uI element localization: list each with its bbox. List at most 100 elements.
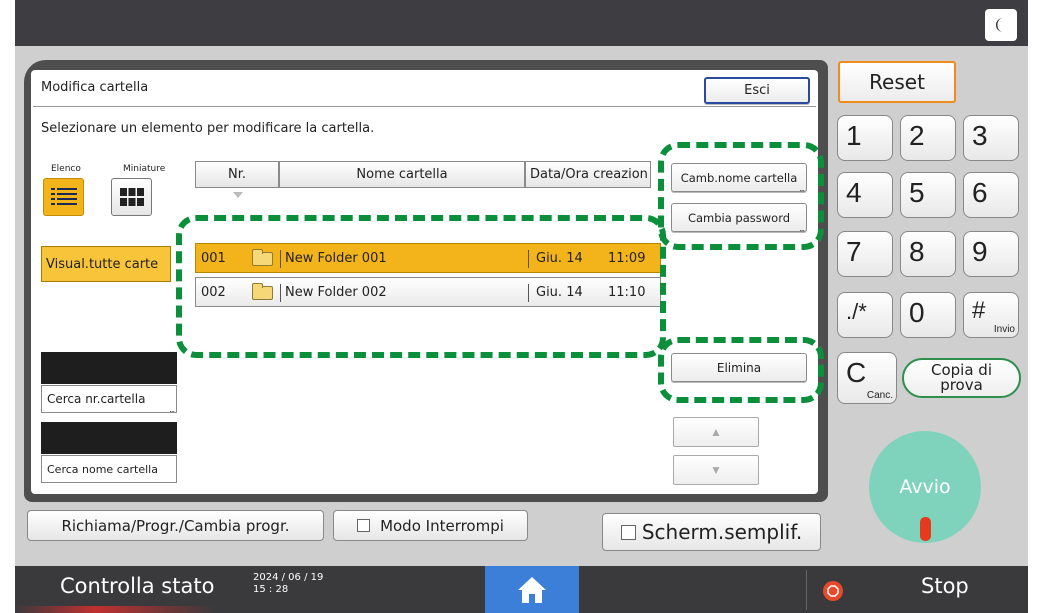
folder-number-display xyxy=(41,352,177,384)
start-indicator-light xyxy=(920,517,931,541)
time-label: 15 : 28 xyxy=(253,584,289,595)
key-label: 4 xyxy=(846,177,862,208)
row-date: Giu. 14 xyxy=(536,251,583,266)
column-header-name[interactable]: Nome cartella xyxy=(279,161,525,188)
exit-button[interactable]: Esci xyxy=(704,77,810,104)
start-button[interactable]: Avvio xyxy=(869,431,981,543)
row-folder-name: New Folder 002 xyxy=(285,285,387,300)
column-divider xyxy=(280,250,281,268)
key-label: 0 xyxy=(909,297,925,328)
key-label: 2 xyxy=(909,120,925,151)
interrupt-checkbox xyxy=(357,519,371,532)
show-all-folders-button[interactable]: Visual.tutte carte xyxy=(41,246,171,282)
recall-program-button[interactable]: Richiama/Progr./Cambia progr. xyxy=(27,510,324,541)
key-label: 5 xyxy=(909,177,925,208)
key-hash-enter[interactable]: # Invio xyxy=(963,292,1019,338)
search-number-label: Cerca nr.cartella xyxy=(47,392,146,406)
simple-screen-checkbox xyxy=(620,524,636,540)
edit-folder-dialog: Modifica cartella Esci Selezionare un el… xyxy=(31,70,818,494)
key-0[interactable]: 0 xyxy=(900,292,956,338)
arrow-down-icon: ▼ xyxy=(710,463,722,477)
list-icon xyxy=(50,188,77,205)
key-label: 6 xyxy=(972,177,988,208)
rename-folder-button[interactable]: Camb.nome cartella xyxy=(671,163,807,193)
list-view-label: Elenco xyxy=(51,164,81,174)
key-dot-star[interactable]: ./* xyxy=(837,292,893,338)
stop-divider xyxy=(806,570,807,610)
search-name-label: Cerca nome cartella xyxy=(47,462,158,476)
simple-screen-label: Scherm.semplif. xyxy=(641,520,803,544)
sample-copy-button[interactable]: Copia di prova xyxy=(902,358,1021,398)
title-divider xyxy=(33,106,816,107)
grid-icon xyxy=(119,188,144,206)
home-icon xyxy=(518,576,546,603)
folder-icon xyxy=(252,283,273,300)
column-header-date[interactable]: Data/Ora creazion xyxy=(525,161,651,188)
dialog-title: Modifica cartella xyxy=(41,80,149,95)
scroll-down-button[interactable]: ▼ xyxy=(673,455,759,485)
instruction-text: Selezionare un elemento per modificare l… xyxy=(41,121,375,136)
sort-arrow-icon xyxy=(233,192,243,198)
folder-name-display xyxy=(41,422,177,454)
energy-saver-button[interactable] xyxy=(985,9,1017,41)
key-label: ./* xyxy=(846,299,867,324)
start-label: Avvio xyxy=(899,476,951,498)
key-4[interactable]: 4 xyxy=(837,172,893,218)
check-status-button[interactable]: Controlla stato xyxy=(60,574,214,598)
sample-copy-label: Copia di prova xyxy=(931,361,992,394)
row-date: Giu. 14 xyxy=(536,285,583,300)
key-label: # xyxy=(972,297,986,324)
moon-icon xyxy=(996,18,1003,32)
scroll-up-button[interactable]: ▲ xyxy=(673,417,759,447)
key-8[interactable]: 8 xyxy=(900,231,956,277)
key-label: 3 xyxy=(972,120,988,151)
enter-sublabel: Invio xyxy=(993,324,1015,335)
delete-button[interactable]: Elimina xyxy=(671,353,807,382)
row-number: 001 xyxy=(201,251,226,266)
key-5[interactable]: 5 xyxy=(900,172,956,218)
clear-key[interactable]: C Canc. xyxy=(837,352,897,404)
search-folder-number-button[interactable]: Cerca nr.cartella xyxy=(41,385,177,414)
clear-sublabel: Canc. xyxy=(866,390,893,401)
copier-panel: Modifica cartella Esci Selezionare un el… xyxy=(0,0,1044,613)
thumbnail-view-button[interactable] xyxy=(111,178,152,216)
key-label: C xyxy=(846,357,867,388)
stop-icon xyxy=(823,581,843,601)
rename-label: Camb.nome cartella xyxy=(680,170,798,185)
list-view-button[interactable] xyxy=(43,178,84,216)
stop-button[interactable]: Stop xyxy=(921,574,969,598)
key-7[interactable]: 7 xyxy=(837,231,893,277)
search-folder-name-button[interactable]: Cerca nome cartella xyxy=(41,455,177,483)
key-3[interactable]: 3 xyxy=(963,115,1019,161)
home-button[interactable] xyxy=(485,566,579,613)
change-password-button[interactable]: Cambia password xyxy=(671,203,807,233)
key-6[interactable]: 6 xyxy=(963,172,1019,218)
interrupt-label: Modo Interrompi xyxy=(380,516,504,535)
key-label: 7 xyxy=(846,236,862,267)
key-2[interactable]: 2 xyxy=(900,115,956,161)
column-divider xyxy=(528,284,529,302)
simple-screen-button[interactable]: Scherm.semplif. xyxy=(602,513,821,551)
status-accent xyxy=(15,606,215,613)
row-time: 11:09 xyxy=(608,251,646,266)
table-row[interactable]: 002 New Folder 002 Giu. 14 11:10 xyxy=(195,277,661,307)
key-label: 8 xyxy=(909,236,925,267)
key-label: 1 xyxy=(846,120,862,151)
key-9[interactable]: 9 xyxy=(963,231,1019,277)
date-time: 2024 / 06 / 19 15 : 28 xyxy=(253,572,323,596)
row-folder-name: New Folder 001 xyxy=(285,251,387,266)
key-label: 9 xyxy=(972,236,988,267)
date-label: 2024 / 06 / 19 xyxy=(253,572,324,583)
key-1[interactable]: 1 xyxy=(837,115,893,161)
reset-button[interactable]: Reset xyxy=(838,61,956,103)
top-bar xyxy=(15,0,1028,46)
folder-icon xyxy=(252,249,273,266)
interrupt-mode-button[interactable]: Modo Interrompi xyxy=(333,510,528,541)
column-header-number[interactable]: Nr. xyxy=(195,161,279,188)
table-row[interactable]: 001 New Folder 001 Giu. 14 11:09 xyxy=(195,243,661,273)
row-time: 11:10 xyxy=(608,285,646,300)
arrow-up-icon: ▲ xyxy=(710,425,722,439)
change-password-label: Cambia password xyxy=(687,210,791,225)
thumbnail-view-label: Miniature xyxy=(123,164,166,174)
column-divider xyxy=(528,250,529,268)
